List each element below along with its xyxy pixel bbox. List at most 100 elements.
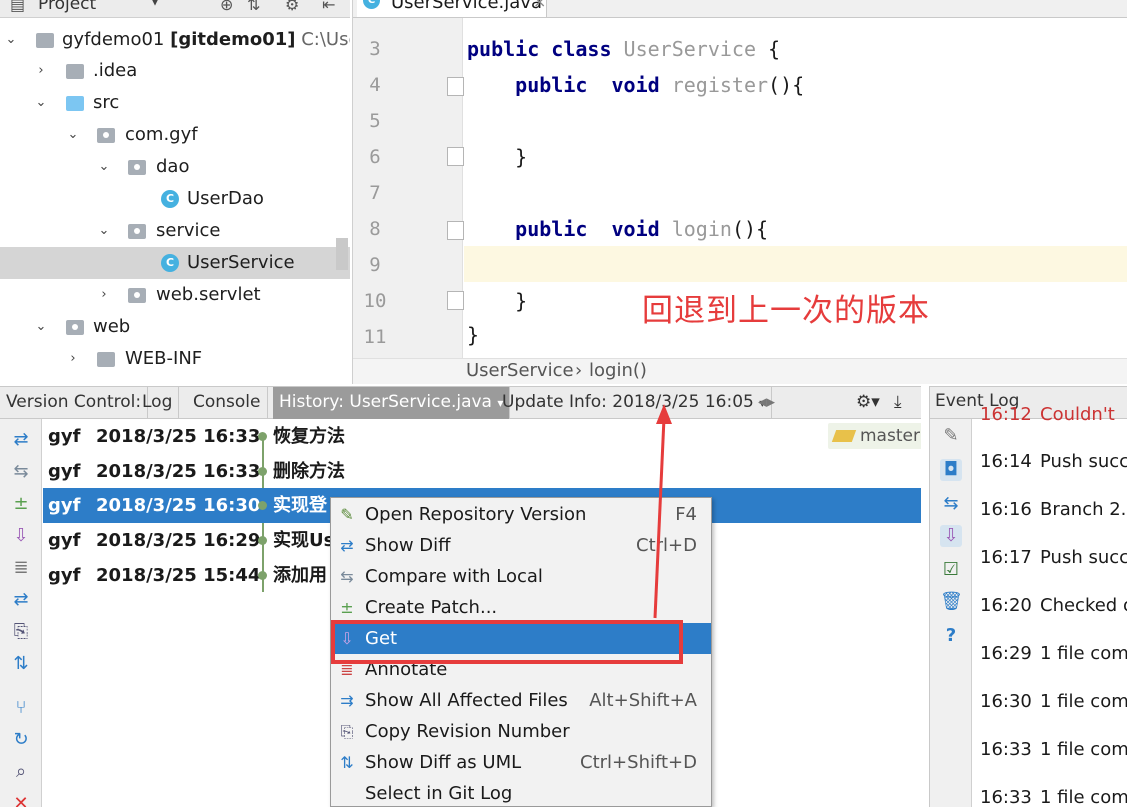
line-number: 8 [369,218,381,240]
table-row[interactable]: gyf 2018/3/25 16:33 删除方法 [43,454,921,489]
refresh-icon[interactable]: ↻ [10,729,32,751]
list-item[interactable]: 16:291 file comm [980,643,1127,664]
chevron-down-icon[interactable]: ⌄ [97,215,111,247]
diff-icon[interactable]: ⇄ [10,429,32,451]
list-item[interactable]: 16:331 file comm [980,787,1127,807]
list-item[interactable]: 16:12 Couldn't [980,404,1127,425]
line-number: 7 [369,182,381,204]
fold-marker-icon[interactable] [447,77,464,96]
uml-diff-icon[interactable]: ⇅ [10,653,32,675]
tab-scroll-icon[interactable]: ◂▸ [752,387,781,419]
tree-item-idea[interactable]: › .idea [0,55,350,87]
breadcrumb-class[interactable]: UserService [466,360,574,381]
commit-date: 2018/3/25 15:44 [96,565,261,586]
line-number: 10 [363,290,387,312]
table-row[interactable]: gyf 2018/3/25 16:33 恢复方法 [43,419,921,454]
breadcrumb-method[interactable]: login() [589,360,647,381]
annotation-text: 回退到上一次的版本 [642,293,930,329]
chevron-down-icon[interactable]: ⌄ [4,24,18,56]
collapse-all-icon[interactable]: ⇅ [247,0,260,14]
list-item[interactable]: 16:331 file comm [980,739,1127,760]
chevron-down-icon[interactable]: ⌄ [34,87,48,119]
fold-marker-icon[interactable] [447,291,464,310]
commit-node-icon [258,467,267,476]
tab-console[interactable]: Console [187,387,268,419]
project-view-icon[interactable]: ▤ [10,0,25,14]
menu-item-show-diff-as-uml[interactable]: ⇅ Show Diff as UML Ctrl+Shift+D [331,747,711,778]
list-item[interactable]: 16:20 Checked o [980,595,1127,616]
minimize-icon[interactable]: ⤓ [888,387,908,419]
menu-item-select-in-git-log[interactable]: Select in Git Log [331,778,711,806]
branch-icon[interactable]: ⑂ [10,697,32,719]
copy-icon[interactable]: ⎘ [10,621,32,643]
tree-item-label: web [93,316,131,337]
menu-item-compare-with-local[interactable]: ⇆ Compare with Local [331,561,711,592]
project-dropdown-icon[interactable]: ▼ [150,0,160,8]
line-number: 4 [369,74,381,96]
tree-item-userservice[interactable]: C UserService [0,247,350,279]
list-item[interactable]: 16:16Branch 2.0 [980,499,1127,520]
chevron-down-icon[interactable]: ⌄ [66,119,80,151]
line-number: 3 [369,38,381,60]
menu-item-copy-revision-number[interactable]: ⎘ Copy Revision Number [331,716,711,747]
chevron-right-icon[interactable]: › [34,55,48,87]
list-item[interactable]: 16:301 file comm [980,691,1127,712]
tab-update-info[interactable]: Update Info: 2018/3/25 16:05 ▾ [496,387,773,419]
annotate-icon[interactable]: ≣ [10,557,32,579]
patch-icon[interactable]: ± [10,493,32,515]
tree-item-com-gyf[interactable]: ⌄ com.gyf [0,119,350,151]
tree-item-web-servlet[interactable]: › web.servlet [0,279,350,311]
fold-marker-icon[interactable] [447,147,464,166]
commit-date: 2018/3/25 16:33 [96,461,261,482]
compare-icon[interactable]: ⇆ [10,461,32,483]
tab-log[interactable]: Log [136,387,180,419]
hide-panel-icon[interactable]: ⇤ [322,0,335,14]
menu-item-create-patch[interactable]: ± Create Patch... [331,592,711,623]
tree-item-dao[interactable]: ⌄ dao [0,151,350,183]
diff-icon: ⇄ [340,536,354,555]
chevron-right-icon[interactable]: › [97,279,111,311]
chevron-down-icon[interactable]: ⌄ [97,151,111,183]
tree-item-gyfdemo01[interactable]: ⌄ gyfdemo01 [gitdemo01] C:\User [0,24,350,56]
module-folder-icon [36,33,54,48]
tree-item-service[interactable]: ⌄ service [0,215,350,247]
project-panel-title[interactable]: Project [38,0,96,14]
tab-userservice-java[interactable]: C UserService.java × [357,0,547,17]
wrench-icon[interactable]: ✎ [940,425,962,447]
tree-item-src[interactable]: ⌄ src [0,87,350,119]
commit-author: gyf [48,495,81,516]
project-scrollbar[interactable] [336,238,348,270]
scroll-to-end-icon[interactable]: ⇩ [940,525,962,547]
list-item[interactable]: 16:14Push succe [980,451,1127,472]
open-version-icon: ✎ [340,505,354,524]
tree-item-userdao[interactable]: C UserDao [0,183,350,215]
menu-item-open-repository-version[interactable]: ✎ Open Repository Version F4 [331,499,711,530]
balloon-icon[interactable]: ◘ [940,459,962,481]
project-panel: ▤ Project ▼ ⊕ ⇅ ⚙ ⇤ ⌄ gyfdemo01 [gitdemo… [0,0,350,384]
gear-icon[interactable]: ⚙ [285,0,299,14]
tree-item-label: web.servlet [156,284,261,305]
close-icon[interactable]: × [533,0,546,11]
tree-item-web[interactable]: ⌄ web [0,311,350,343]
chevron-right-icon[interactable]: › [66,343,80,375]
close-icon[interactable]: ✕ [10,793,32,807]
settings-icon[interactable]: ⇆ [940,493,962,515]
trash-icon[interactable]: 🗑 [940,591,963,613]
mark-read-icon[interactable]: ☑ [940,559,962,581]
commit-node-icon [258,501,267,510]
chevron-down-icon[interactable]: ⌄ [34,311,48,343]
tab-history[interactable]: History: UserService.java ▾ [273,387,511,419]
search-icon[interactable]: ⌕ [10,761,32,783]
gear-icon[interactable]: ⚙▾ [850,387,886,419]
get-revision-icon[interactable]: ⇩ [10,525,32,547]
show-diff-icon[interactable]: ⇄ [10,589,32,611]
menu-item-show-diff[interactable]: ⇄ Show Diff Ctrl+D [331,530,711,561]
fold-marker-icon[interactable] [447,221,464,240]
tree-item-web-inf[interactable]: › WEB-INF [0,343,350,375]
add-icon[interactable]: ⊕ [220,0,233,14]
help-icon[interactable]: ? [940,625,962,647]
code-line-4: public void register(){ [515,73,805,97]
tree-item-label: dao [156,156,190,177]
menu-item-show-all-affected-files[interactable]: ⇉ Show All Affected Files Alt+Shift+A [331,685,711,716]
list-item[interactable]: 16:17Push succe [980,547,1127,568]
